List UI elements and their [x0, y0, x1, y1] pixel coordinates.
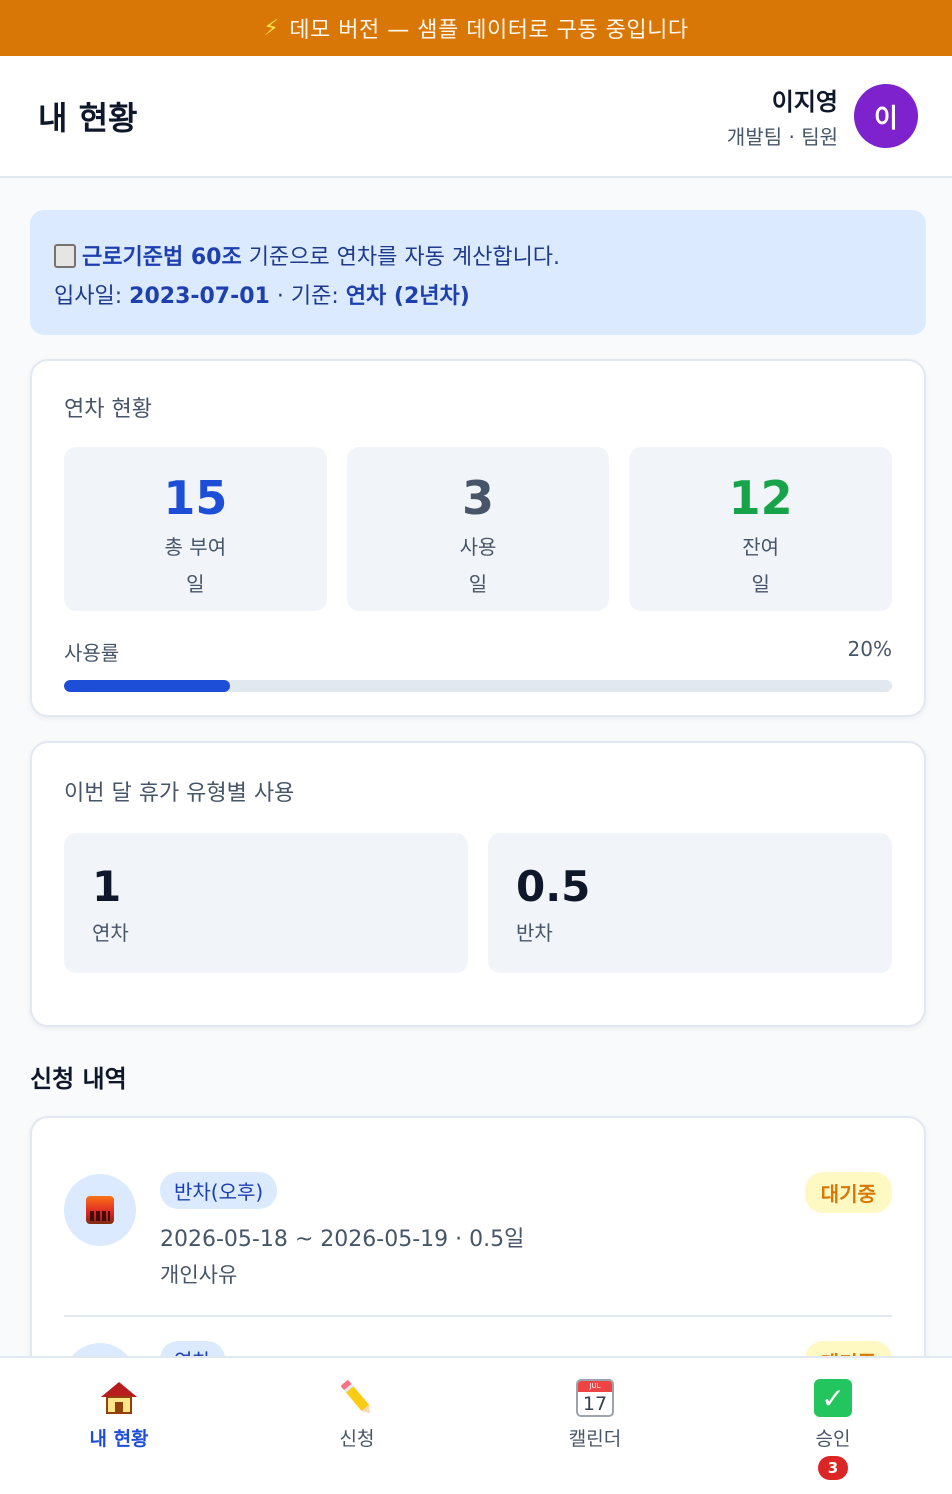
info-line-join: 입사일: 2023-07-01 · 기준: 연차 (2년차) — [54, 277, 902, 316]
monthly-annual-label: 연차 — [92, 921, 129, 945]
nav-item-approval[interactable]: ✓ 승인 3 — [714, 1358, 952, 1494]
calendar-icon: JUL 17 — [575, 1378, 615, 1418]
monthly-stat-annual: 1 연차 — [64, 833, 468, 973]
bottom-nav: 내 현황 신청 JUL 17 캘린더 ✓ 승인 3 — [0, 1356, 952, 1494]
stat-used: 3 사용 일 — [346, 447, 610, 611]
main-content: 근로기준법 60조 기준으로 연차를 자동 계산합니다. 입사일: 2023-0… — [0, 178, 952, 1376]
monthly-stat-half: 0.5 반차 — [488, 833, 892, 973]
stat-remaining-unit: 일 — [751, 572, 770, 596]
check-icon: ✓ — [813, 1378, 853, 1418]
page-title: 내 현황 — [38, 99, 138, 137]
nav-label-calendar: 캘린더 — [568, 1428, 622, 1450]
monthly-half-label: 반차 — [516, 921, 553, 945]
demo-banner-text: 데모 버전 — 샘플 데이터로 구동 중입니다 — [289, 18, 689, 43]
annual-stats: 15 총 부여 일 3 사용 일 12 잔여 일 — [64, 447, 893, 611]
monthly-card-title: 이번 달 휴가 유형별 사용 — [64, 781, 295, 806]
user-info: 이지영 개발팀 · 팀원 — [727, 82, 838, 150]
law-name: 근로기준법 60조 — [82, 245, 242, 270]
leave-type-badge: 반차(오후) — [160, 1172, 278, 1209]
status-badge: 대기중 — [804, 1172, 892, 1213]
monthly-annual-value: 1 — [92, 862, 122, 911]
stat-used-value: 3 — [462, 471, 495, 525]
usage-progress-bar — [64, 680, 892, 692]
stat-remaining: 12 잔여 일 — [629, 447, 893, 611]
usage-label: 사용률 — [64, 641, 120, 665]
app-header: 내 현황 이지영 개발팀 · 팀원 이 — [0, 56, 952, 178]
sunset-icon — [64, 1174, 136, 1246]
nav-label-approval: 승인 — [815, 1428, 851, 1450]
avatar[interactable]: 이 — [854, 84, 918, 148]
stat-used-label: 사용 — [459, 535, 497, 559]
calendar-icon-month: JUL — [578, 1381, 612, 1392]
basis-label: · 기준: — [269, 284, 346, 309]
lightning-icon: ⚡ — [263, 15, 280, 41]
law-suffix: 기준으로 연차를 자동 계산합니다. — [241, 245, 561, 270]
usage-percent: 20% — [847, 637, 892, 661]
join-label: 입사일: — [54, 284, 130, 309]
pencil-icon — [337, 1378, 377, 1418]
request-body: 반차(오후) 2026-05-18 ~ 2026-05-19 · 0.5일 개인… — [160, 1172, 805, 1289]
approval-count-badge: 3 — [818, 1456, 848, 1480]
info-line-law: 근로기준법 60조 기준으로 연차를 자동 계산합니다. — [54, 238, 902, 277]
house-icon — [99, 1378, 139, 1418]
stat-remaining-value: 12 — [728, 471, 793, 525]
calendar-icon-day: 17 — [582, 1393, 608, 1415]
annual-leave-card: 연차 현황 15 총 부여 일 3 사용 일 12 잔여 일 사용률 20% — [30, 359, 926, 717]
annual-card-title: 연차 현황 — [64, 397, 152, 422]
stat-remaining-label: 잔여 — [742, 535, 780, 559]
usage-progress-fill — [64, 680, 230, 692]
join-date: 2023-07-01 — [129, 284, 270, 309]
request-list: 반차(오후) 2026-05-18 ~ 2026-05-19 · 0.5일 개인… — [30, 1116, 926, 1376]
request-dates: 2026-05-18 ~ 2026-05-19 · 0.5일 — [160, 1227, 525, 1252]
monthly-usage-card: 이번 달 휴가 유형별 사용 1 연차 0.5 반차 — [30, 741, 926, 1027]
monthly-stats: 1 연차 0.5 반차 — [64, 833, 892, 973]
user-dept: 개발팀 · 팀원 — [726, 125, 838, 149]
nav-label-apply: 신청 — [339, 1428, 375, 1450]
nav-item-status[interactable]: 내 현황 — [0, 1358, 238, 1494]
stat-used-unit: 일 — [468, 572, 488, 596]
list-item[interactable]: 반차(오후) 2026-05-18 ~ 2026-05-19 · 0.5일 개인… — [64, 1118, 892, 1317]
nav-item-apply[interactable]: 신청 — [238, 1358, 476, 1494]
demo-banner: ⚡ 데모 버전 — 샘플 데이터로 구동 중입니다 — [0, 0, 952, 56]
monthly-half-value: 0.5 — [516, 862, 591, 911]
request-reason: 개인사유 — [160, 1263, 238, 1287]
requests-section-title: 신청 내역 — [30, 1065, 127, 1093]
stat-total-unit: 일 — [186, 572, 205, 596]
info-notice: 근로기준법 60조 기준으로 연차를 자동 계산합니다. 입사일: 2023-0… — [30, 210, 926, 335]
basis-value: 연차 (2년차) — [345, 284, 470, 309]
stat-total-label: 총 부여 — [164, 535, 227, 559]
nav-item-calendar[interactable]: JUL 17 캘린더 — [476, 1358, 714, 1494]
nav-label-status: 내 현황 — [89, 1428, 149, 1450]
stat-total: 15 총 부여 일 — [64, 447, 327, 611]
stat-total-value: 15 — [163, 471, 228, 525]
clipboard-icon — [54, 244, 76, 268]
user-name: 이지영 — [771, 88, 838, 116]
usage-row: 사용률 20% — [64, 637, 892, 666]
user-profile[interactable]: 이지영 개발팀 · 팀원 이 — [727, 82, 918, 150]
